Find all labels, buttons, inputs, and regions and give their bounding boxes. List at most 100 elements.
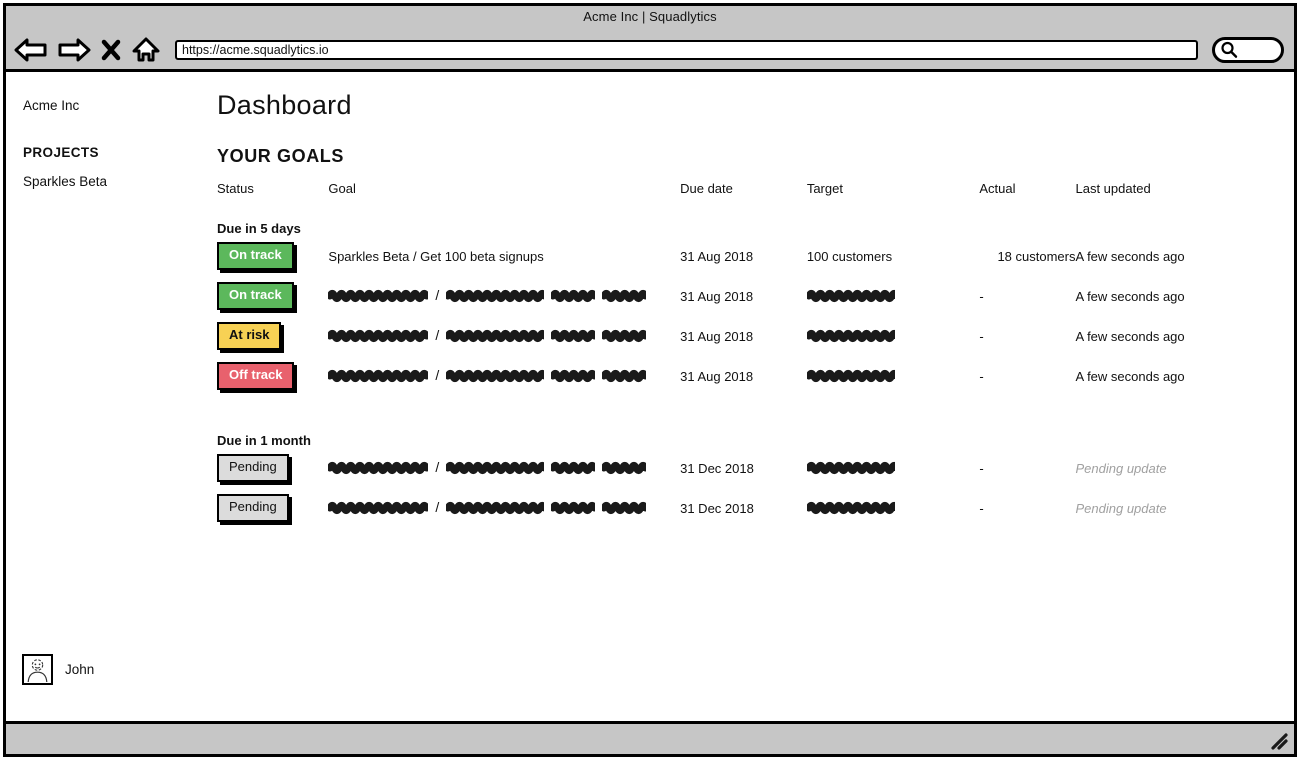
pending-update-text: Pending update — [1076, 461, 1167, 476]
scribble-mark — [602, 328, 646, 344]
scribble-mark — [328, 328, 428, 344]
column-header-due-date: Due date — [680, 173, 807, 202]
resize-grip-icon[interactable] — [1270, 732, 1288, 750]
goal-actual-cell: - — [979, 356, 1075, 396]
scribble-mark — [602, 460, 646, 476]
column-header-actual: Actual — [979, 173, 1075, 202]
last-updated-text: A few seconds ago — [1076, 329, 1185, 344]
goal-row[interactable]: At risk/31 Aug 2018-A few seconds ago — [217, 316, 1294, 356]
back-arrow-icon[interactable] — [14, 36, 48, 64]
goal-actual-cell: - — [979, 488, 1075, 528]
scribble-mark — [807, 500, 895, 516]
scribble-mark — [328, 500, 428, 516]
goal-target-text: 100 customers — [807, 249, 892, 264]
goal-target-cell — [807, 448, 980, 488]
last-updated-text: A few seconds ago — [1076, 289, 1185, 304]
goal-row[interactable]: Pending / 31 Dec 2018 -Pending update — [217, 448, 1294, 488]
redacted-text — [807, 328, 980, 344]
goal-actual-cell: - — [979, 448, 1075, 488]
search-input[interactable] — [1212, 37, 1284, 63]
sidebar: Acme Inc PROJECTS Sparkles Beta John — [6, 72, 211, 721]
goal-due-date-cell: 31 Dec 2018 — [680, 448, 807, 488]
redacted-text — [807, 500, 980, 516]
scribble-mark — [551, 288, 595, 304]
scribble-mark — [602, 500, 646, 516]
browser-window: Acme Inc | Squadlytics — [3, 3, 1297, 757]
goal-last-updated-cell: A few seconds ago — [1076, 236, 1295, 276]
pending-update-text: Pending update — [1076, 501, 1167, 516]
goal-group-row: Due in 5 days — [217, 202, 1294, 236]
status-bar — [6, 724, 1294, 754]
goal-name-cell[interactable]: / — [328, 488, 680, 528]
scribble-mark — [807, 328, 895, 344]
redacted-text — [807, 288, 980, 304]
goal-last-updated-cell: A few seconds ago — [1076, 316, 1295, 356]
goal-status-cell: On track — [217, 276, 328, 316]
goal-row[interactable]: On track Sparkles Beta / Get 100 beta sig… — [217, 236, 1294, 276]
status-badge-on-track[interactable]: On track — [217, 282, 294, 309]
goal-group-label: Due in 1 month — [217, 433, 1294, 448]
goal-name-cell[interactable]: / — [328, 356, 680, 396]
scribble-mark — [446, 288, 544, 304]
title-bar: Acme Inc | Squadlytics — [6, 6, 1294, 30]
scribble-mark — [807, 368, 895, 384]
window-title: Acme Inc | Squadlytics — [6, 9, 1294, 24]
goal-row[interactable]: Pending/31 Dec 2018-Pending update — [217, 488, 1294, 528]
scribble-mark — [602, 288, 646, 304]
scribble-mark — [328, 288, 428, 304]
status-badge-pending[interactable]: Pending — [217, 494, 289, 521]
status-badge-off-track[interactable]: Off track — [217, 362, 294, 389]
url-text: https://acme.squadlytics.io — [182, 43, 329, 57]
column-header-goal: Goal — [328, 173, 680, 202]
path-separator: / — [435, 460, 439, 474]
scribble-mark — [446, 328, 544, 344]
goal-status-cell: At risk — [217, 316, 328, 356]
close-x-icon[interactable] — [100, 37, 122, 63]
browser-toolbar: https://acme.squadlytics.io — [6, 30, 1294, 72]
redacted-text: / — [328, 460, 680, 476]
goal-actual-cell: - — [979, 316, 1075, 356]
scribble-mark — [446, 460, 544, 476]
goal-due-date-cell: 31 Aug 2018 — [680, 276, 807, 316]
goal-row[interactable]: On track/31 Aug 2018-A few seconds ago — [217, 276, 1294, 316]
address-bar[interactable]: https://acme.squadlytics.io — [175, 40, 1198, 60]
redacted-text: / — [328, 288, 680, 304]
user-chip[interactable]: John — [22, 654, 94, 685]
column-header-status: Status — [217, 173, 328, 202]
goal-status-cell: On track — [217, 236, 328, 276]
goals-table-header: Status Goal Due date Target Actual Last … — [217, 173, 1294, 202]
forward-arrow-icon[interactable] — [57, 36, 91, 64]
goal-name-cell[interactable]: / — [328, 448, 680, 488]
sidebar-item-sparkles-beta[interactable]: Sparkles Beta — [23, 174, 211, 189]
user-name: John — [65, 662, 94, 677]
goal-row[interactable]: Off track/31 Aug 2018-A few seconds ago — [217, 356, 1294, 396]
status-badge-at-risk[interactable]: At risk — [217, 322, 281, 349]
scribble-mark — [551, 460, 595, 476]
status-badge-pending[interactable]: Pending — [217, 454, 289, 481]
goals-table: Status Goal Due date Target Actual Last … — [217, 173, 1294, 528]
home-icon[interactable] — [131, 36, 161, 64]
goal-target-cell — [807, 316, 980, 356]
sidebar-section-projects: PROJECTS — [23, 145, 211, 160]
goal-name-cell[interactable]: Sparkles Beta / Get 100 beta signups — [328, 236, 680, 276]
table-header-row: Status Goal Due date Target Actual Last … — [217, 173, 1294, 202]
scribble-mark — [328, 460, 428, 476]
goal-status-cell: Pending — [217, 448, 328, 488]
goal-name-cell[interactable]: / — [328, 316, 680, 356]
goal-target-cell: 100 customers — [807, 236, 980, 276]
goal-last-updated-cell: A few seconds ago — [1076, 356, 1295, 396]
redacted-text — [807, 368, 980, 384]
page-body: Acme Inc PROJECTS Sparkles Beta John D — [6, 72, 1294, 724]
main-content: Dashboard YOUR GOALS Status Goal Due dat… — [211, 72, 1294, 721]
status-badge-on-track[interactable]: On track — [217, 242, 294, 269]
scribble-mark — [602, 368, 646, 384]
goals-table-body: Due in 5 days On track Sparkles Beta / Get… — [217, 202, 1294, 528]
path-separator: / — [435, 328, 439, 342]
goals-heading: YOUR GOALS — [217, 146, 1294, 167]
last-updated-text: A few seconds ago — [1076, 249, 1185, 264]
goal-name-cell[interactable]: / — [328, 276, 680, 316]
goal-last-updated-cell: A few seconds ago — [1076, 276, 1295, 316]
path-separator: / — [435, 288, 439, 302]
search-icon — [1219, 40, 1239, 60]
redacted-text: / — [328, 328, 680, 344]
